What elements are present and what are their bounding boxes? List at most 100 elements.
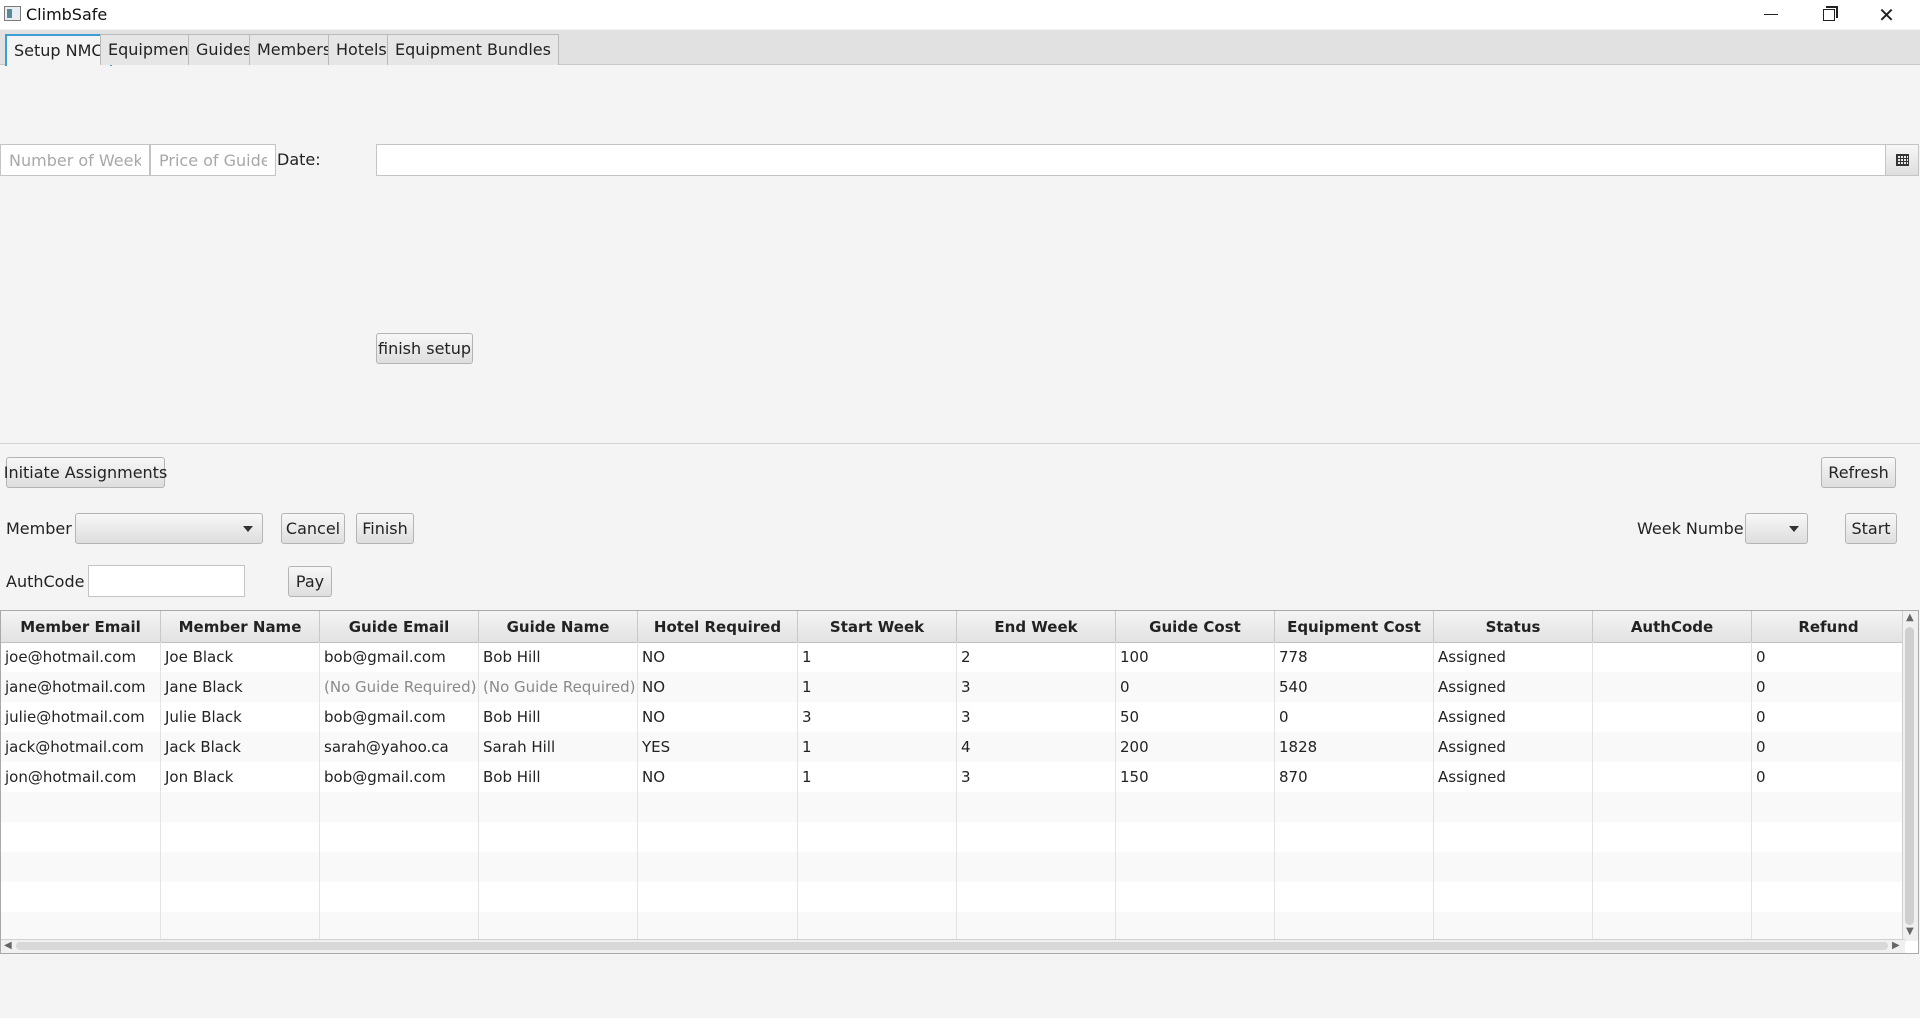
table-cell: Julie Black [161,702,320,732]
scroll-down-icon[interactable]: ▼ [1906,927,1914,937]
table-cell [479,852,638,882]
table-cell [161,882,320,912]
member-select[interactable] [75,513,263,544]
tab-members[interactable]: Members [249,34,340,65]
minimize-icon[interactable] [1742,0,1799,29]
start-button[interactable]: Start [1845,513,1897,544]
date-field[interactable] [376,144,1886,176]
table-cell [1593,792,1752,822]
table-cell [1,792,161,822]
restore-icon[interactable] [1800,0,1857,29]
authcode-input[interactable] [88,565,245,597]
column-header[interactable]: Equipment Cost [1275,611,1434,642]
table-cell [1116,792,1275,822]
table-row[interactable]: julie@hotmail.com Julie Black bob@gmail.co… [1,702,1906,732]
table-cell [798,882,957,912]
column-header[interactable]: Hotel Required [638,611,798,642]
close-icon[interactable]: ✕ [1858,0,1915,29]
vertical-scrollbar[interactable]: ▲ ▼ [1902,611,1918,941]
table-cell [1593,912,1752,942]
column-header[interactable]: Refund [1752,611,1906,642]
column-header[interactable]: Member Email [1,611,161,642]
column-header[interactable]: AuthCode [1593,611,1752,642]
scroll-up-icon[interactable]: ▲ [1906,613,1914,623]
table-row[interactable]: joe@hotmail.com Joe Black bob@gmail.com Bob… [1,642,1906,672]
table-cell: 0 [1752,702,1906,732]
table-cell [161,852,320,882]
column-header[interactable]: Status [1434,611,1593,642]
week-number-select[interactable] [1745,513,1808,544]
tab-equipment-bundles[interactable]: Equipment Bundles [387,34,559,65]
table-cell [1752,852,1906,882]
table-cell [1593,642,1752,672]
cancel-button[interactable]: Cancel [281,513,345,544]
table-cell: jon@hotmail.com [1,762,161,792]
table-cell: Bob Hill [479,762,638,792]
table-cell [1,822,161,852]
tab-hotels[interactable]: Hotels [328,34,395,65]
table-cell [479,882,638,912]
pay-button[interactable]: Pay [288,566,332,597]
table-cell [320,822,479,852]
chevron-down-icon [243,526,253,532]
table-cell [1116,822,1275,852]
column-header[interactable]: End Week [957,611,1116,642]
table-cell: 3 [957,762,1116,792]
price-of-guide-input[interactable] [150,144,276,176]
table-cell: NO [638,702,798,732]
table-cell [1275,792,1434,822]
column-header[interactable]: Member Name [161,611,320,642]
horizontal-scrollbar[interactable]: ◀ ▶ [1,939,1905,953]
table-cell: 3 [798,702,957,732]
table-cell: Assigned [1434,642,1593,672]
table-cell: Assigned [1434,672,1593,702]
table-cell [479,912,638,942]
vertical-scroll-thumb[interactable] [1905,627,1914,925]
column-header[interactable]: Guide Email [320,611,479,642]
scroll-right-icon[interactable]: ▶ [1892,941,1900,951]
table-cell [1275,852,1434,882]
horizontal-scroll-thumb[interactable] [16,942,1888,950]
initiate-assignments-button[interactable]: Initiate Assignments [4,457,167,488]
table-cell [638,882,798,912]
table-cell [1116,852,1275,882]
table-row[interactable]: jack@hotmail.com Jack Black sarah@yahoo.ca… [1,732,1906,762]
table-cell [320,852,479,882]
tab-setup-nmc[interactable]: Setup NMC [5,34,112,66]
table-cell: 4 [957,732,1116,762]
table-body: joe@hotmail.com Joe Black bob@gmail.com Bob… [1,642,1906,942]
finish-button[interactable]: Finish [356,513,414,544]
table-cell: 200 [1116,732,1275,762]
table-cell: NO [638,762,798,792]
table-row[interactable]: jon@hotmail.com Jon Black bob@gmail.com Bob… [1,762,1906,792]
table-cell: 0 [1752,642,1906,672]
table-cell [1434,852,1593,882]
table-row[interactable]: jane@hotmail.com Jane Black (No Guide Requ… [1,672,1906,702]
table-cell [957,822,1116,852]
table-cell: 540 [1275,672,1434,702]
assignments-table[interactable]: Member Email Member Name Guide Email Guide … [0,610,1919,954]
table-cell [1593,762,1752,792]
table-header: Member Email Member Name Guide Email Guide … [1,611,1906,643]
table-cell [1593,702,1752,732]
empty-table-row [1,912,1906,942]
table-cell: 3 [957,702,1116,732]
table-cell: (No Guide Required) [479,672,638,702]
calendar-button[interactable] [1885,144,1919,176]
finish-setup-button[interactable]: finish setup [376,333,473,364]
table-cell [479,792,638,822]
number-of-weeks-input[interactable] [0,144,150,176]
calendar-icon [1895,154,1909,166]
column-header[interactable]: Guide Cost [1116,611,1275,642]
table-cell [320,792,479,822]
refresh-button[interactable]: Refresh [1821,457,1896,488]
table-cell [161,822,320,852]
table-cell [479,822,638,852]
table-cell [957,882,1116,912]
column-header[interactable]: Start Week [798,611,957,642]
table-cell [1,912,161,942]
scroll-left-icon[interactable]: ◀ [4,941,12,951]
column-header[interactable]: Guide Name [479,611,638,642]
table-cell: 1828 [1275,732,1434,762]
table-cell: bob@gmail.com [320,702,479,732]
